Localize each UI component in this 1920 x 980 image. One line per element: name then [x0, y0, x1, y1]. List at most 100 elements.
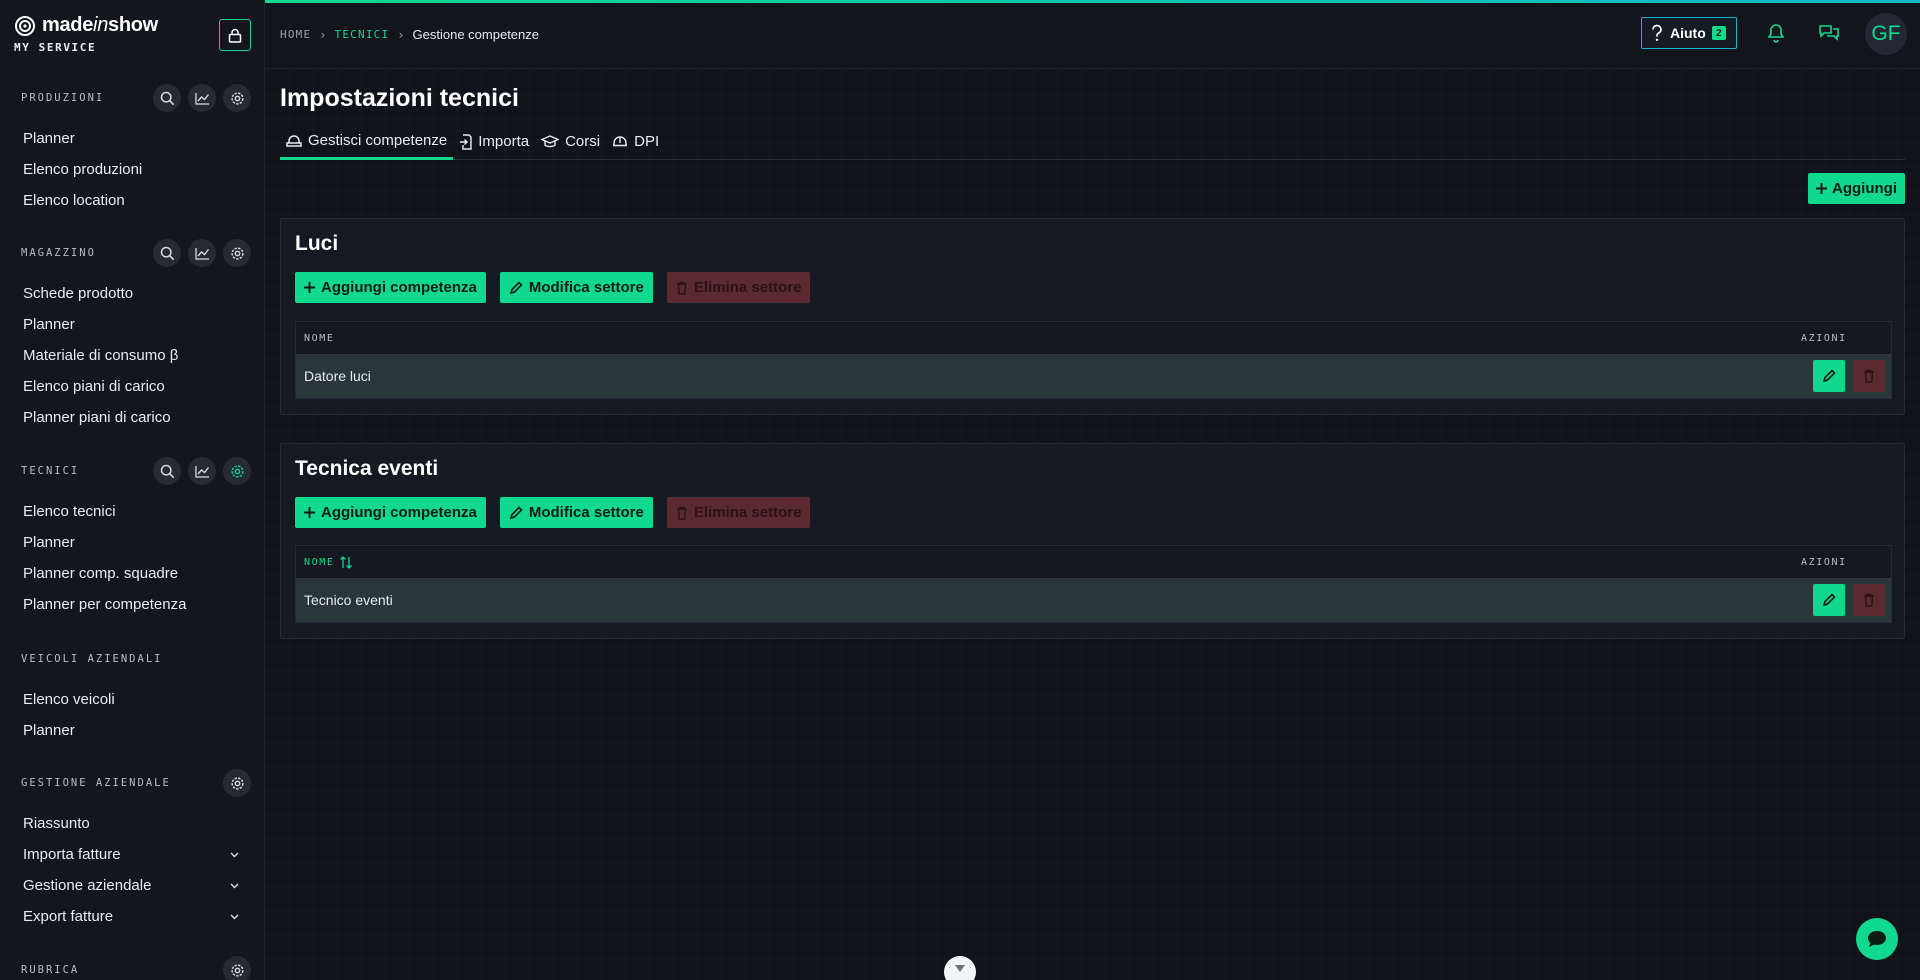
- search-icon[interactable]: [153, 457, 181, 485]
- add-sector-button[interactable]: Aggiungi: [1808, 173, 1905, 204]
- plus-icon: [304, 507, 315, 518]
- search-icon[interactable]: [153, 84, 181, 112]
- hardhat-icon: [286, 134, 302, 147]
- sidebar-section-title: VEICOLI AZIENDALI: [21, 653, 163, 665]
- tab-label: Gestisci competenze: [308, 132, 448, 149]
- edit-skill-button[interactable]: [1813, 584, 1845, 616]
- column-header-nome[interactable]: NOME: [304, 555, 1801, 569]
- delete-sector-button[interactable]: Elimina settore: [666, 497, 811, 528]
- help-count-badge: 2: [1711, 26, 1726, 40]
- tab-label: Importa: [478, 133, 530, 150]
- pencil-icon: [1822, 369, 1836, 383]
- breadcrumb-current: Gestione competenze: [412, 27, 539, 42]
- sidebar-item-riassunto[interactable]: Riassunto: [0, 808, 264, 839]
- sidebar-item-materiale-consumo[interactable]: Materiale di consumo β: [0, 340, 264, 371]
- edit-sector-button[interactable]: Modifica settore: [499, 272, 653, 303]
- edit-sector-button[interactable]: Modifica settore: [499, 497, 653, 528]
- skill-name: Datore luci: [304, 368, 371, 384]
- table-row: Datore luci: [296, 354, 1891, 398]
- sector-card-tecnica-eventi: Tecnica eventi Aggiungi competenza Modif…: [280, 443, 1905, 639]
- tab-importa[interactable]: Importa: [453, 124, 535, 159]
- sidebar-section-rubrica: RUBRICA: [0, 953, 264, 980]
- sidebar-item-planner[interactable]: Planner: [0, 715, 264, 746]
- add-skill-button[interactable]: Aggiungi competenza: [295, 272, 486, 303]
- file-import-icon: [459, 133, 472, 150]
- sidebar-item-planner-piani-carico[interactable]: Planner piani di carico: [0, 402, 264, 433]
- plus-icon: [1816, 183, 1827, 194]
- column-header-azioni: AZIONI: [1801, 332, 1847, 344]
- breadcrumb-tecnici[interactable]: TECNICI: [335, 28, 390, 41]
- gear-icon[interactable]: [223, 769, 251, 797]
- sidebar-item-schede-prodotto[interactable]: Schede prodotto: [0, 278, 264, 309]
- search-icon[interactable]: [153, 239, 181, 267]
- sidebar-item-export-fatture[interactable]: Export fatture: [0, 901, 264, 932]
- sidebar-item-planner[interactable]: Planner: [0, 123, 264, 154]
- sidebar-item-elenco-veicoli[interactable]: Elenco veicoli: [0, 684, 264, 715]
- tab-corsi[interactable]: Corsi: [535, 124, 606, 159]
- chat-bubbles-icon[interactable]: [1818, 23, 1840, 42]
- lock-sidebar-button[interactable]: [219, 19, 251, 51]
- gear-icon[interactable]: [223, 956, 251, 980]
- sidebar-section-title: GESTIONE AZIENDALE: [21, 777, 171, 789]
- table-header: NOME AZIONI: [296, 546, 1891, 578]
- sidebar: madeinshow MY SERVICE PRODUZIONI Planner…: [0, 0, 265, 980]
- sidebar-section-produzioni: PRODUZIONI Planner Elenco produzioni Ele…: [0, 81, 264, 216]
- question-icon: [1650, 24, 1664, 42]
- breadcrumb-home[interactable]: HOME: [280, 28, 311, 41]
- tab-label: DPI: [634, 133, 660, 150]
- sidebar-item-planner-per-competenza[interactable]: Planner per competenza: [0, 589, 264, 620]
- chart-icon[interactable]: [188, 457, 216, 485]
- chevron-down-icon: [230, 883, 239, 889]
- tab-gestisci-competenze[interactable]: Gestisci competenze: [280, 124, 454, 160]
- topbar: HOME › TECNICI › Gestione competenze Aiu…: [265, 3, 1920, 69]
- sidebar-item-elenco-piani-carico[interactable]: Elenco piani di carico: [0, 371, 264, 402]
- delete-sector-button[interactable]: Elimina settore: [666, 272, 811, 303]
- gear-icon[interactable]: [223, 84, 251, 112]
- pencil-icon: [509, 505, 523, 520]
- tab-label: Corsi: [565, 133, 601, 150]
- sidebar-item-importa-fatture[interactable]: Importa fatture: [0, 839, 264, 870]
- tab-dpi[interactable]: DPI: [606, 124, 665, 159]
- help-label: Aiuto: [1670, 25, 1706, 41]
- sidebar-item-gestione-aziendale[interactable]: Gestione aziendale: [0, 870, 264, 901]
- sidebar-item-elenco-tecnici[interactable]: Elenco tecnici: [0, 496, 264, 527]
- plus-icon: [304, 282, 315, 293]
- help-button[interactable]: Aiuto 2: [1641, 17, 1737, 49]
- sidebar-item-elenco-location[interactable]: Elenco location: [0, 185, 264, 216]
- delete-skill-button[interactable]: [1853, 584, 1885, 616]
- button-label: Aggiungi competenza: [321, 279, 477, 296]
- sidebar-section-magazzino: MAGAZZINO Schede prodotto Planner Materi…: [0, 236, 264, 433]
- chevron-right-icon: ›: [397, 27, 405, 42]
- sidebar-item-elenco-produzioni[interactable]: Elenco produzioni: [0, 154, 264, 185]
- page-title: Impostazioni tecnici: [280, 84, 519, 112]
- add-skill-button[interactable]: Aggiungi competenza: [295, 497, 486, 528]
- chevron-down-icon: [954, 964, 966, 974]
- table-header: NOME AZIONI: [296, 322, 1891, 354]
- sidebar-item-planner-comp-squadre[interactable]: Planner comp. squadre: [0, 558, 264, 589]
- edit-skill-button[interactable]: [1813, 360, 1845, 392]
- button-label: Elimina settore: [693, 279, 802, 296]
- brand-name: madeinshow: [42, 14, 158, 36]
- sidebar-section-veicoli: VEICOLI AZIENDALI Elenco veicoli Planner: [0, 642, 264, 746]
- column-header-nome[interactable]: NOME: [304, 333, 1801, 344]
- sidebar-item-planner[interactable]: Planner: [0, 309, 264, 340]
- gear-icon[interactable]: [223, 457, 251, 485]
- chart-icon[interactable]: [188, 239, 216, 267]
- column-header-azioni: AZIONI: [1801, 556, 1847, 568]
- support-chat-button[interactable]: [1856, 918, 1898, 960]
- brand-logo[interactable]: madeinshow MY SERVICE: [14, 14, 158, 54]
- gear-icon[interactable]: [223, 239, 251, 267]
- scroll-down-button[interactable]: [944, 956, 976, 980]
- graduation-cap-icon: [541, 135, 560, 148]
- bell-icon[interactable]: [1767, 23, 1785, 43]
- avatar[interactable]: GF: [1865, 13, 1907, 55]
- chart-icon[interactable]: [188, 84, 216, 112]
- sidebar-section-title: MAGAZZINO: [21, 247, 96, 259]
- delete-skill-button[interactable]: [1853, 360, 1885, 392]
- sortable-header: NOME: [304, 555, 353, 569]
- trash-icon: [676, 281, 688, 295]
- trash-icon: [1863, 593, 1875, 607]
- sidebar-section-tecnici: TECNICI Elenco tecnici Planner Planner c…: [0, 454, 264, 620]
- sidebar-item-planner[interactable]: Planner: [0, 527, 264, 558]
- main-content: Impostazioni tecnici Gestisci competenze…: [265, 70, 1920, 980]
